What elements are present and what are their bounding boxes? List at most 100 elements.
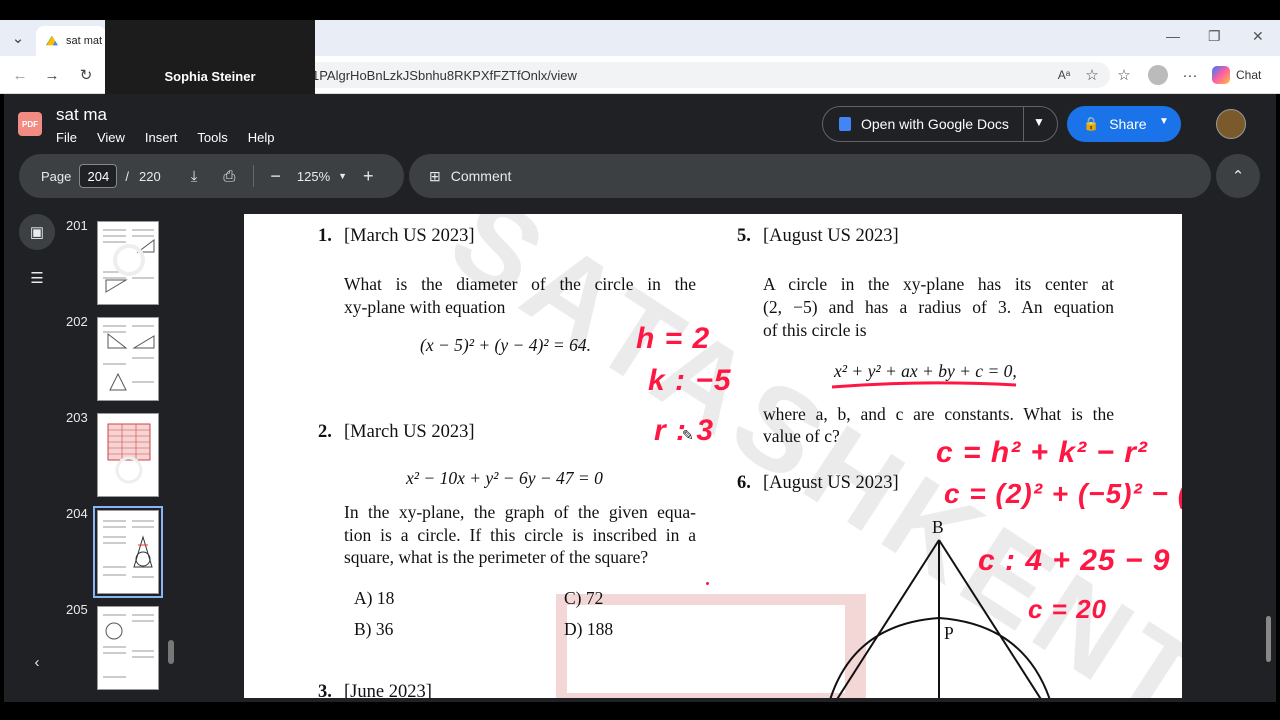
copilot-chat-button[interactable]: Chat — [1212, 64, 1272, 86]
total-pages: 220 — [139, 168, 161, 184]
tab-title: sat mat — [66, 35, 103, 47]
profile-name: Sophia Steiner — [164, 69, 256, 84]
thumbnail-number: 202 — [66, 314, 88, 329]
collapse-sidebar-chevron-left-icon[interactable]: ‹ — [19, 644, 55, 680]
question-source: [June 2023] — [344, 682, 432, 698]
question-number: 3. — [318, 682, 332, 698]
question-source: [March US 2023] — [344, 422, 475, 442]
google-drive-icon — [46, 35, 58, 46]
zoom-in-icon[interactable]: + — [363, 166, 374, 187]
page-thumbnail-204[interactable] — [93, 506, 163, 598]
share-chevron-down-icon[interactable]: ▼ — [1159, 116, 1169, 127]
page-thumbnail-201[interactable] — [97, 221, 159, 305]
collapse-chevron-up-icon[interactable]: ⌃ — [1216, 154, 1260, 198]
question-text: where a, b, and c are constants. What is… — [763, 404, 1114, 424]
question-text: xy-plane with equation — [344, 297, 506, 317]
screen-bottom-border — [0, 702, 1280, 720]
more-menu-icon[interactable]: ··· — [1180, 65, 1200, 85]
page-label: Page — [41, 168, 72, 184]
share-button[interactable]: 🔒 Share ▼ — [1067, 106, 1181, 142]
question-number: 2. — [318, 422, 332, 442]
url-text: 1PAlgrHoBnLzkJSbnhu8RKPXfFZTfOnlx/view — [312, 67, 577, 83]
question-source: [August US 2023] — [763, 473, 899, 493]
lock-icon: 🔒 — [1083, 116, 1100, 131]
choice-b: B) 36 — [354, 619, 394, 639]
ink-dot — [706, 582, 709, 585]
browser-tab[interactable]: sat mat — [36, 26, 106, 56]
page-thumbnail-202[interactable] — [97, 317, 159, 401]
comment-bar[interactable]: ⊞ Comment — [409, 154, 1211, 198]
reload-icon[interactable]: ↻ — [76, 65, 96, 85]
zoom-out-icon[interactable]: − — [270, 166, 281, 187]
pdf-toolbar: Page 204 / 220 ⤓ ⎙ − 125% ▼ + — [19, 154, 404, 198]
ink-underline — [831, 381, 1017, 389]
back-icon[interactable]: ← — [10, 65, 30, 85]
equation: x² − 10x + y² − 6y − 47 = 0 — [406, 468, 603, 488]
ink-c-arithmetic: c : 4 + 25 − 9 — [978, 544, 1171, 577]
page-thumbnail-205[interactable] — [97, 606, 159, 690]
page-number-input[interactable]: 204 — [79, 164, 118, 188]
copilot-icon — [1212, 66, 1230, 84]
restore-icon[interactable]: ❐ — [1208, 28, 1221, 45]
chevron-down-icon[interactable]: ▼ — [1033, 115, 1045, 129]
thumbnail-number: 201 — [66, 218, 88, 233]
favorites-icon[interactable]: ☆ — [1114, 65, 1134, 85]
ink-c-answer: c = 20 — [1028, 594, 1108, 624]
choice-c: C) 72 — [564, 588, 604, 608]
question-text: (2, −5) and has a radius of 3. An equati… — [763, 297, 1114, 317]
menu-insert[interactable]: Insert — [145, 130, 178, 145]
comment-icon: ⊞ — [429, 167, 441, 184]
divider — [253, 165, 255, 187]
question-text: A circle in the xy-plane has its center … — [763, 274, 1114, 294]
minimize-icon[interactable]: — — [1166, 28, 1180, 44]
page-separator: / — [125, 168, 129, 184]
ink-c-substitution: c = (2)² + (−5)² − (3²) — [944, 478, 1182, 509]
forward-icon[interactable]: → — [42, 65, 62, 85]
question-number: 6. — [737, 473, 751, 493]
choice-d: D) 188 — [564, 619, 614, 639]
menu-view[interactable]: View — [97, 130, 125, 145]
menu-file[interactable]: File — [56, 130, 77, 145]
page-thumbnail-203[interactable] — [97, 413, 159, 497]
open-with-label: Open with Google Docs — [861, 116, 1009, 132]
open-with-google-docs-button[interactable]: Open with Google Docs ▼ — [822, 106, 1058, 142]
question-number: 5. — [737, 226, 751, 246]
document-title[interactable]: sat ma — [56, 105, 107, 125]
question-number: 1. — [318, 226, 332, 246]
question-text: tion is a circle. If this circle is insc… — [344, 525, 696, 545]
profile-icon[interactable] — [1148, 65, 1168, 85]
equation: (x − 5)² + (y − 4)² = 64. — [420, 335, 591, 355]
print-icon[interactable]: ⎙ — [223, 168, 235, 185]
avatar[interactable] — [1216, 109, 1246, 139]
ink-h-value: h = 2 — [636, 322, 711, 355]
comment-label: Comment — [450, 168, 512, 184]
thumbnails-view-icon[interactable]: ▣ — [19, 214, 55, 250]
read-aloud-icon[interactable]: Aᵃ — [1054, 65, 1074, 85]
thumbnail-scrollbar[interactable] — [168, 640, 174, 664]
menu-bar: File View Insert Tools Help — [56, 130, 275, 145]
menu-help[interactable]: Help — [248, 130, 275, 145]
menu-tools[interactable]: Tools — [197, 130, 227, 145]
download-icon[interactable]: ⤓ — [191, 168, 198, 185]
page-scrollbar[interactable] — [1266, 616, 1271, 662]
zoom-level[interactable]: 125% — [297, 169, 330, 184]
zoom-chevron-down-icon[interactable]: ▼ — [338, 171, 347, 181]
question-source: [March US 2023] — [344, 226, 475, 246]
thumbnail-number: 205 — [66, 602, 88, 617]
thumbnail-number: 204 — [66, 506, 88, 521]
thumbnail-number: 203 — [66, 410, 88, 425]
outline-list-icon[interactable]: ☰ — [19, 260, 55, 296]
question-text: square, what is the perimeter of the squ… — [344, 547, 649, 567]
favorite-star-icon[interactable]: ☆ — [1082, 65, 1102, 85]
screen-top-border — [0, 0, 1280, 20]
question-text: value of c? — [763, 426, 840, 446]
chat-label: Chat — [1236, 68, 1262, 82]
ink-c-formula: c = h² + k² − r² — [936, 436, 1148, 469]
question-source: [August US 2023] — [763, 226, 899, 246]
point-label-p: P — [944, 623, 954, 643]
pen-cursor-icon: ✎ — [682, 429, 694, 444]
share-label: Share — [1109, 116, 1147, 132]
url-field[interactable]: 1PAlgrHoBnLzkJSbnhu8RKPXfFZTfOnlx/view — [290, 62, 1110, 88]
close-window-icon[interactable]: ✕ — [1252, 28, 1264, 45]
tab-list-chevron-icon[interactable]: ⌄ — [8, 28, 28, 48]
